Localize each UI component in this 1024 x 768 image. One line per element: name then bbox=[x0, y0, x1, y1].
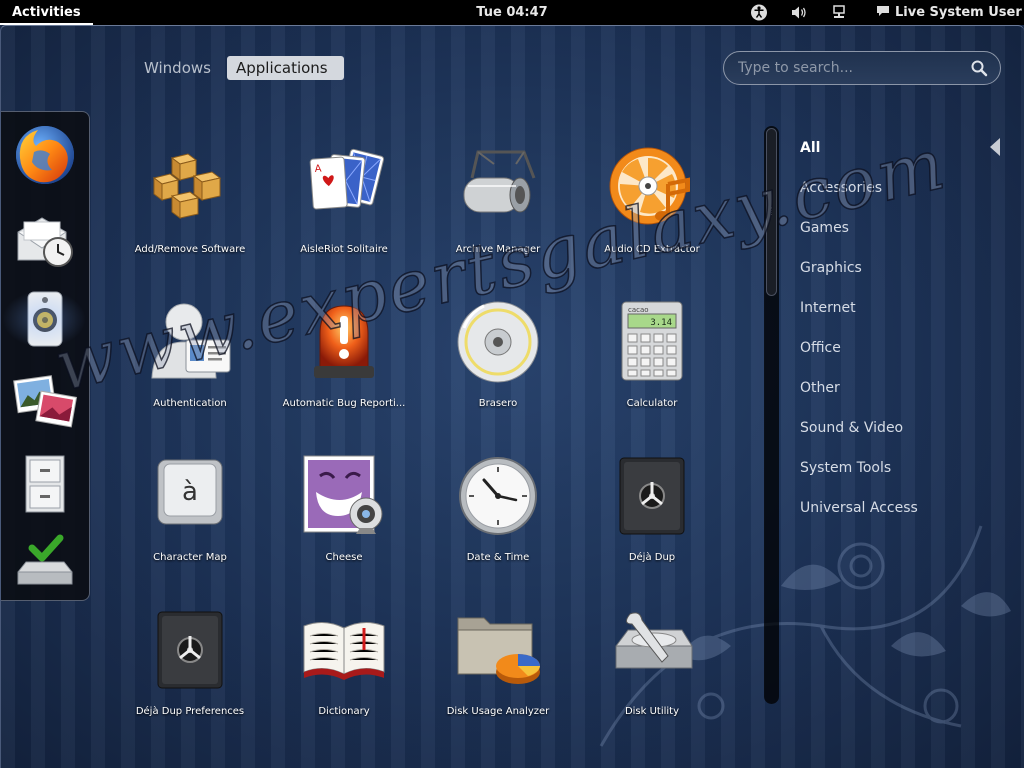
user-id-icon bbox=[151, 303, 231, 379]
category-sound-video[interactable]: Sound & Video bbox=[800, 416, 903, 440]
app-brasero[interactable]: Brasero bbox=[423, 298, 573, 448]
app-label: Disk Usage Analyzer bbox=[446, 706, 550, 717]
speaker-icon bbox=[27, 291, 63, 347]
app-label: Cheese bbox=[325, 552, 363, 563]
dash bbox=[1, 111, 90, 601]
app-label: AisleRiot Solitaire bbox=[300, 244, 388, 255]
app-audio-cd-extractor[interactable]: Audio CD Extractor bbox=[577, 144, 727, 294]
app-label: Add/Remove Software bbox=[134, 244, 246, 255]
dash-item-rhythmbox[interactable] bbox=[2, 286, 86, 352]
app-deja-dup-preferences[interactable]: Déjà Dup Preferences bbox=[115, 606, 265, 756]
calculator-display: 3.14 bbox=[650, 318, 672, 328]
dash-item-files[interactable] bbox=[12, 450, 78, 516]
calculator-icon: cacao 3.14 bbox=[621, 301, 683, 381]
search-input[interactable] bbox=[738, 58, 958, 78]
app-add-remove-software[interactable]: Add/Remove Software bbox=[115, 144, 265, 294]
app-character-map[interactable]: à Character Map bbox=[115, 452, 265, 602]
app-label: Date & Time bbox=[466, 552, 530, 563]
app-label: Disk Utility bbox=[624, 706, 680, 717]
overview: Windows Applications Type to search... A… bbox=[0, 25, 1024, 768]
app-label: Déjà Dup bbox=[628, 552, 676, 563]
key-icon: à bbox=[157, 459, 223, 525]
app-dictionary[interactable]: Dictionary bbox=[269, 606, 419, 756]
category-universal-access[interactable]: Universal Access bbox=[800, 496, 918, 520]
apps-scrollbar[interactable] bbox=[764, 126, 779, 704]
category-office[interactable]: Office bbox=[800, 336, 841, 360]
app-label: Calculator bbox=[626, 398, 678, 409]
app-disk-usage-analyzer[interactable]: Disk Usage Analyzer bbox=[423, 606, 573, 756]
app-date-time[interactable]: Date & Time bbox=[423, 452, 573, 602]
category-internet[interactable]: Internet bbox=[800, 296, 856, 320]
app-calculator[interactable]: cacao 3.14 Calculator bbox=[577, 298, 727, 448]
tab-windows[interactable]: Windows bbox=[135, 56, 227, 80]
network-icon[interactable] bbox=[829, 0, 851, 25]
firefox-icon bbox=[16, 126, 74, 184]
safe-icon bbox=[157, 611, 223, 689]
webcam-icon bbox=[303, 455, 383, 534]
category-system-tools[interactable]: System Tools bbox=[800, 456, 891, 480]
search-icon[interactable] bbox=[970, 59, 988, 77]
scrollbar-grip bbox=[771, 207, 772, 215]
app-cheese[interactable]: Cheese bbox=[269, 452, 419, 602]
svg-text:A: A bbox=[314, 164, 322, 175]
clock-label[interactable]: Tue 04:47 bbox=[476, 5, 547, 20]
app-authentication[interactable]: Authentication bbox=[115, 298, 265, 448]
alarm-light-icon bbox=[314, 305, 374, 378]
clock-icon bbox=[459, 457, 537, 535]
category-other[interactable]: Other bbox=[800, 376, 840, 400]
app-label: Automatic Bug Reporti... bbox=[282, 398, 406, 409]
activities-button[interactable]: Activities bbox=[0, 0, 93, 25]
selected-category-arrow bbox=[990, 138, 1000, 156]
category-accessories[interactable]: Accessories bbox=[800, 176, 882, 200]
category-games[interactable]: Games bbox=[800, 216, 849, 240]
app-automatic-bug-reporting[interactable]: Automatic Bug Reporti... bbox=[269, 298, 419, 448]
disc-burner-icon bbox=[457, 301, 539, 383]
dash-item-evolution[interactable] bbox=[12, 204, 78, 270]
category-graphics[interactable]: Graphics bbox=[800, 256, 862, 280]
cards-icon: A bbox=[309, 148, 385, 210]
user-name: Live System User bbox=[895, 5, 1022, 20]
dash-item-install[interactable] bbox=[12, 528, 78, 594]
category-all[interactable]: All bbox=[800, 136, 820, 160]
volume-icon[interactable] bbox=[789, 0, 811, 25]
disk-wrench-icon bbox=[615, 612, 693, 669]
search-box bbox=[723, 51, 1001, 85]
user-menu[interactable]: Live System User bbox=[876, 0, 1022, 25]
book-icon bbox=[303, 622, 385, 680]
clock: Tue 04:47 bbox=[0, 0, 1024, 25]
app-label: Character Map bbox=[153, 552, 227, 563]
folder-pie-icon bbox=[457, 617, 540, 684]
install-drive-icon bbox=[17, 534, 73, 585]
app-disk-utility[interactable]: Disk Utility bbox=[577, 606, 727, 756]
file-cabinet-icon bbox=[25, 455, 65, 513]
tab-applications[interactable]: Applications bbox=[227, 56, 344, 80]
scrollbar-thumb[interactable] bbox=[766, 128, 777, 296]
app-aisleriot-solitaire[interactable]: A AisleRiot Solitaire bbox=[269, 144, 419, 294]
app-label: Authentication bbox=[153, 398, 227, 409]
cd-orange-icon bbox=[609, 147, 690, 225]
archive-roller-icon bbox=[463, 150, 536, 213]
app-label: Brasero bbox=[478, 398, 518, 409]
calculator-brand: cacao bbox=[628, 306, 649, 314]
safe-icon bbox=[619, 457, 685, 535]
photos-icon bbox=[13, 375, 78, 428]
app-label: Audio CD Extractor bbox=[604, 244, 700, 255]
app-deja-dup[interactable]: Déjà Dup bbox=[577, 452, 727, 602]
accessibility-icon[interactable] bbox=[749, 0, 771, 25]
boxes-icon bbox=[152, 153, 222, 219]
dash-item-firefox[interactable] bbox=[12, 122, 78, 188]
top-bar: Activities Tue 04:47 Live System User bbox=[0, 0, 1024, 25]
dash-item-shotwell[interactable] bbox=[12, 368, 78, 434]
character-glyph: à bbox=[182, 477, 198, 507]
chat-icon bbox=[876, 0, 890, 25]
app-label: Dictionary bbox=[318, 706, 370, 717]
mail-clock-icon bbox=[17, 217, 73, 267]
app-archive-manager[interactable]: Archive Manager bbox=[423, 144, 573, 294]
app-label: Archive Manager bbox=[455, 244, 541, 255]
app-label: Déjà Dup Preferences bbox=[135, 706, 245, 717]
